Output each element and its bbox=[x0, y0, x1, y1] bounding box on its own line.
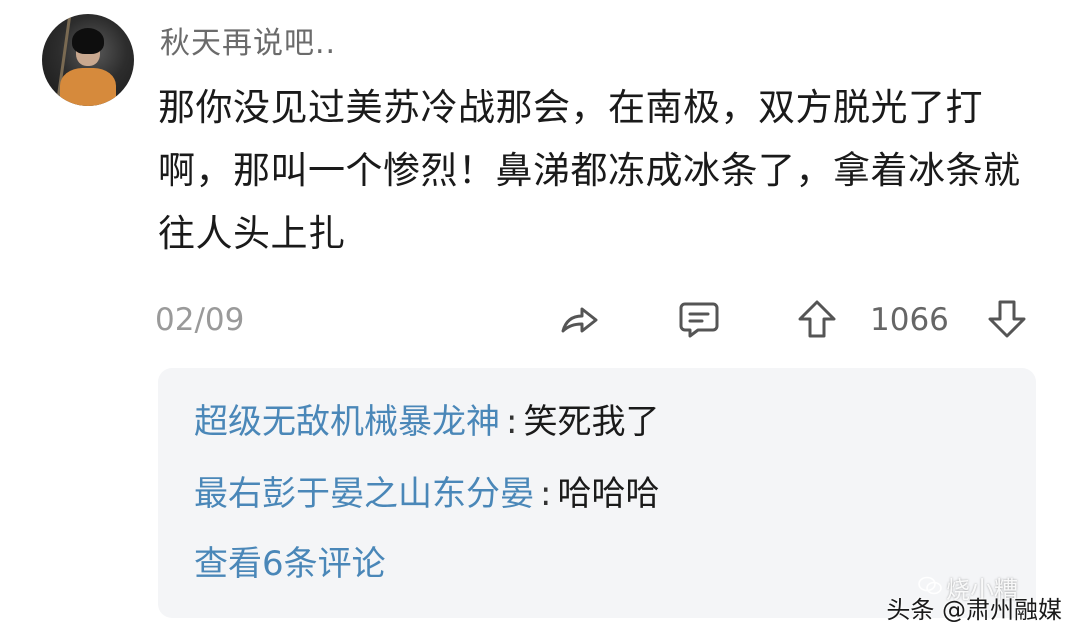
reply-text: 笑死我了 bbox=[523, 402, 660, 442]
comment-text: 那你没见过美苏冷战那会，在南极，双方脱光了打啊，那叫一个惨烈！鼻涕都冻成冰条了，… bbox=[158, 86, 1021, 255]
reply-author[interactable]: 超级无敌机械暴龙神 bbox=[194, 402, 500, 442]
avatar-figure-hair bbox=[72, 28, 104, 54]
share-button[interactable] bbox=[556, 296, 602, 342]
comment-date: 02/09 bbox=[155, 302, 245, 338]
upvote-button[interactable] bbox=[794, 296, 840, 342]
share-arrow-icon bbox=[561, 307, 598, 333]
reply-author[interactable]: 最右彭于晏之山东分晏 bbox=[194, 474, 534, 514]
watermark-text: 头条 @肃州融媒 bbox=[886, 596, 1062, 624]
upvote-arrow-icon bbox=[798, 300, 836, 338]
replies-box: 超级无敌机械暴龙神: 笑死我了 最右彭于晏之山东分晏: 哈哈哈 查看6条评论 bbox=[158, 368, 1036, 618]
reply-item[interactable]: 超级无敌机械暴龙神: 笑死我了 bbox=[194, 400, 659, 444]
reply-separator: : bbox=[540, 474, 552, 514]
reply-text: 哈哈哈 bbox=[557, 474, 660, 514]
avatar[interactable] bbox=[42, 14, 134, 106]
comment-button[interactable] bbox=[676, 296, 722, 342]
vote-count: 1066 bbox=[870, 302, 949, 338]
downvote-button[interactable] bbox=[984, 296, 1030, 342]
reply-item[interactable]: 最右彭于晏之山东分晏: 哈哈哈 bbox=[194, 472, 659, 516]
view-more-replies-link[interactable]: 查看6条评论 bbox=[194, 542, 386, 586]
reply-separator: : bbox=[506, 402, 518, 442]
comment-bubble-icon bbox=[679, 302, 719, 338]
downvote-arrow-icon bbox=[988, 300, 1026, 338]
comment-username[interactable]: 秋天再说吧.. bbox=[160, 18, 336, 62]
avatar-figure-shirt bbox=[60, 68, 116, 106]
